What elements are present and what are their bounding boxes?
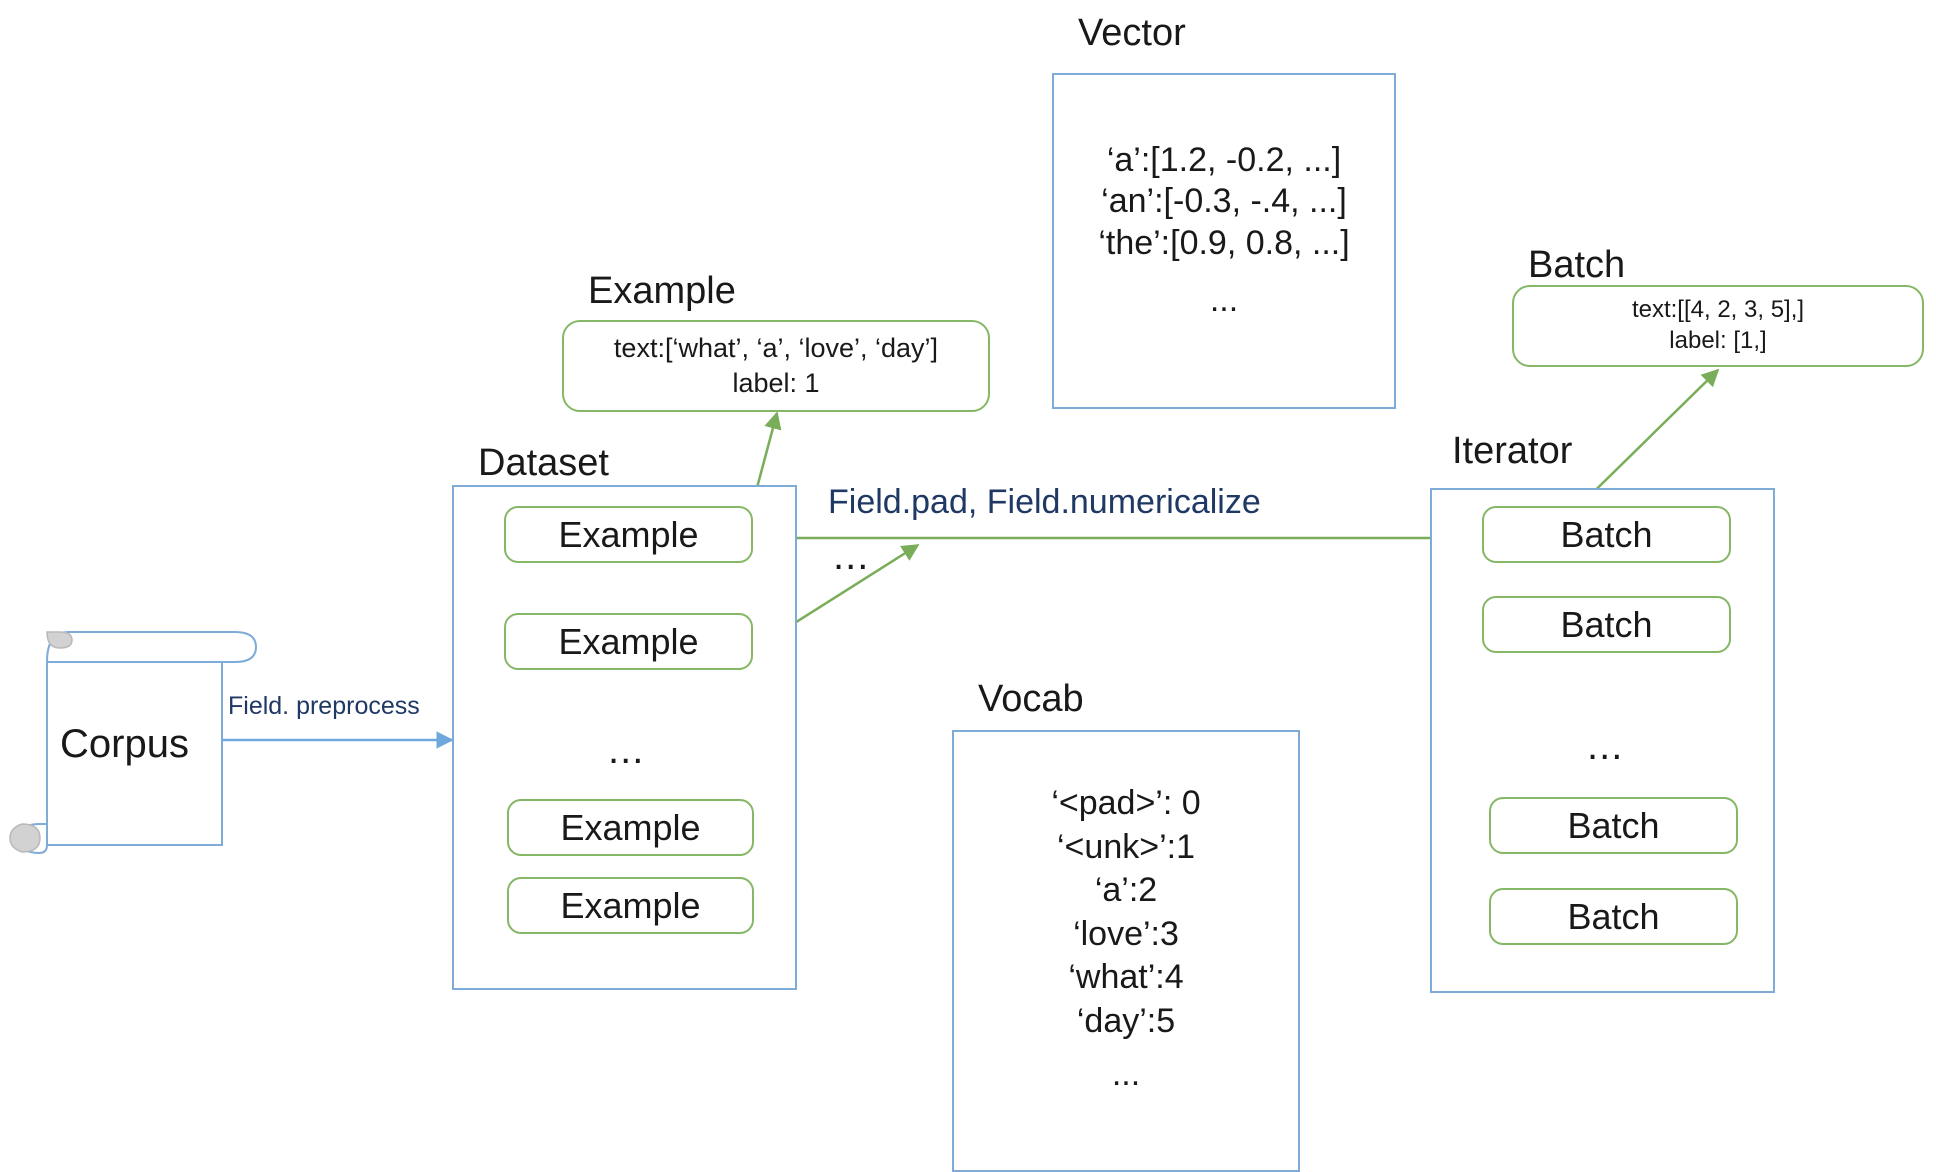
example-detail-line-label: label: 1 <box>732 368 820 398</box>
iterator-item-label: Batch <box>1560 603 1653 645</box>
vector-entry-the: ‘the’:[0.9, 0.8, ...] <box>1098 223 1350 262</box>
diagram-canvas: Corpus Field. preprocess Field.pad, Fiel… <box>0 0 1936 1172</box>
batch-detail-box: text:[[4, 2, 3, 5],] label: [1,] <box>1512 285 1924 367</box>
dataset-item-example-1[interactable]: Example <box>504 506 753 563</box>
vocab-entry-pad: ‘<pad>’: 0 <box>1051 784 1201 822</box>
dataset-item-label: Example <box>558 513 699 555</box>
iterator-item-label: Batch <box>1567 804 1660 846</box>
iterator-item-batch-1[interactable]: Batch <box>1482 506 1731 563</box>
edge-label-preprocess: Field. preprocess <box>228 692 420 720</box>
vocab-entries: ‘<pad>’: 0 ‘<unk>’:1 ‘a’:2 ‘love’:3 ‘wha… <box>952 782 1300 1097</box>
iterator-ellipsis: ... <box>1587 724 1624 768</box>
vector-title: Vector <box>1078 12 1186 54</box>
dataset-item-label: Example <box>560 884 701 926</box>
example-detail-line-text: text:[‘what’, ‘a’, ‘love’, ‘day’] <box>613 333 939 364</box>
dataset-item-example-2[interactable]: Example <box>504 613 753 670</box>
vocab-entry-what: ‘what’:4 <box>1068 958 1184 997</box>
iterator-item-batch-2[interactable]: Batch <box>1482 596 1731 653</box>
iterator-item-batch-4[interactable]: Batch <box>1489 888 1738 945</box>
batch-detail-line-label: label: [1,] <box>1669 327 1767 354</box>
vocab-entry-unk: ‘<unk>’:1 <box>1057 827 1195 866</box>
vector-entry-an: ‘an’:[-0.3, -.4, ...] <box>1101 182 1347 221</box>
corpus-label: Corpus <box>60 722 189 766</box>
iterator-title: Iterator <box>1452 430 1573 472</box>
edge-label-pad-numericalize: Field.pad, Field.numericalize <box>828 483 1261 521</box>
dataset-item-label: Example <box>560 806 701 848</box>
vocab-entry-a: ‘a’:2 <box>1094 871 1158 910</box>
example-detail-box: text:[‘what’, ‘a’, ‘love’, ‘day’] label:… <box>562 320 990 412</box>
dataset-item-example-3[interactable]: Example <box>507 799 754 856</box>
batch-detail-title: Batch <box>1528 244 1626 286</box>
vector-ellipsis: ... <box>1209 281 1239 320</box>
iterator-item-batch-3[interactable]: Batch <box>1489 797 1738 854</box>
iterator-item-label: Batch <box>1567 895 1660 937</box>
example-detail-title: Example <box>588 270 736 312</box>
vocab-ellipsis: ... <box>1111 1055 1141 1094</box>
edge-ellipsis: ... <box>833 534 870 578</box>
vector-entries: ‘a’:[1.2, -0.2, ...] ‘an’:[-0.3, -.4, ..… <box>1052 140 1396 322</box>
dataset-title: Dataset <box>478 442 609 484</box>
dataset-item-label: Example <box>558 620 699 662</box>
dataset-ellipsis: ... <box>608 728 645 772</box>
batch-detail-line-text: text:[[4, 2, 3, 5],] <box>1631 296 1805 324</box>
vocab-entry-love: ‘love’:3 <box>1073 914 1179 953</box>
vocab-entry-day: ‘day’:5 <box>1076 1001 1176 1040</box>
dataset-item-example-4[interactable]: Example <box>507 877 754 934</box>
iterator-item-label: Batch <box>1560 513 1653 555</box>
vector-entry-a: ‘a’:[1.2, -0.2, ...] <box>1106 141 1342 179</box>
vocab-title: Vocab <box>978 678 1084 720</box>
